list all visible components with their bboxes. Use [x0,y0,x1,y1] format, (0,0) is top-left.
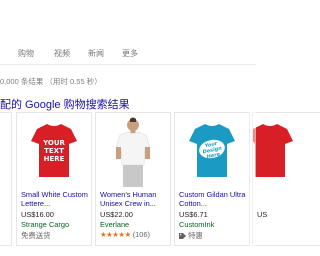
product-price: US [257,210,268,219]
product-image[interactable]: YOUR TEXT HERE [17,113,91,187]
product-rating: ★★★★★ (106) [100,230,150,239]
product-price: US$6.71 [179,210,208,219]
product-price: US$22.00 [100,210,133,219]
red-tshirt-image: YOUR TEXT HERE [31,124,77,177]
product-title[interactable]: Women's Human Unisex Crew in... [100,190,168,208]
product-price: US$16.00 [21,210,54,219]
product-image[interactable] [253,113,320,187]
product-image[interactable] [96,113,170,187]
rating-stars-icon: ★★★★★ [100,230,131,239]
product-shipping: 免费送货 [21,231,51,240]
product-seller: Strange Cargo [21,220,70,229]
product-card[interactable]: YOUR TEXT HERE Small White Custom Letter… [16,112,92,246]
tab-more[interactable]: 更多 [122,48,138,59]
tag-icon [179,233,186,239]
tab-news[interactable]: 新闻 [88,48,104,59]
product-image [0,113,11,187]
product-title[interactable]: Small White Custom Lettere... [21,190,89,208]
red-tshirt-image [253,124,293,177]
tab-videos[interactable]: 视频 [54,48,70,59]
product-card[interactable]: Your Design Here Custom Gildan Ultra Cot… [174,112,250,246]
svg-text:TEXT: TEXT [44,147,64,155]
tabs-divider [0,64,256,65]
tab-shopping[interactable]: 购物 [18,48,34,59]
shopping-section-header[interactable]: 配的 Google 购物搜索结果 [0,96,130,112]
product-seller: Everlane [100,220,130,229]
svg-text:YOUR: YOUR [42,139,65,147]
product-image[interactable]: Your Design Here [175,113,249,187]
product-title[interactable]: Custom Gildan Ultra Cotton... [179,190,247,208]
product-card[interactable]: Women's Human Unisex Crew in... US$22.00… [95,112,171,246]
results-stats: 0,000 条结果 （用时 0.55 秒） [0,77,102,86]
product-card-partial-right[interactable]: US [252,112,320,246]
rating-count: (106) [132,230,150,239]
product-card-partial-left[interactable] [0,112,12,246]
search-tabs: 购物 视频 新闻 更多 [0,40,256,60]
shopping-carousel: YOUR TEXT HERE Small White Custom Letter… [0,112,320,256]
deal-label: 特惠 [188,231,203,240]
model-white-tshirt-image [115,117,151,187]
svg-text:HERE: HERE [44,155,65,163]
product-deal: 特惠 [179,230,203,241]
blue-tshirt-image: Your Design Here [189,124,235,177]
product-seller: CustomInk [179,220,215,229]
carousel-edge-fade [246,112,256,246]
